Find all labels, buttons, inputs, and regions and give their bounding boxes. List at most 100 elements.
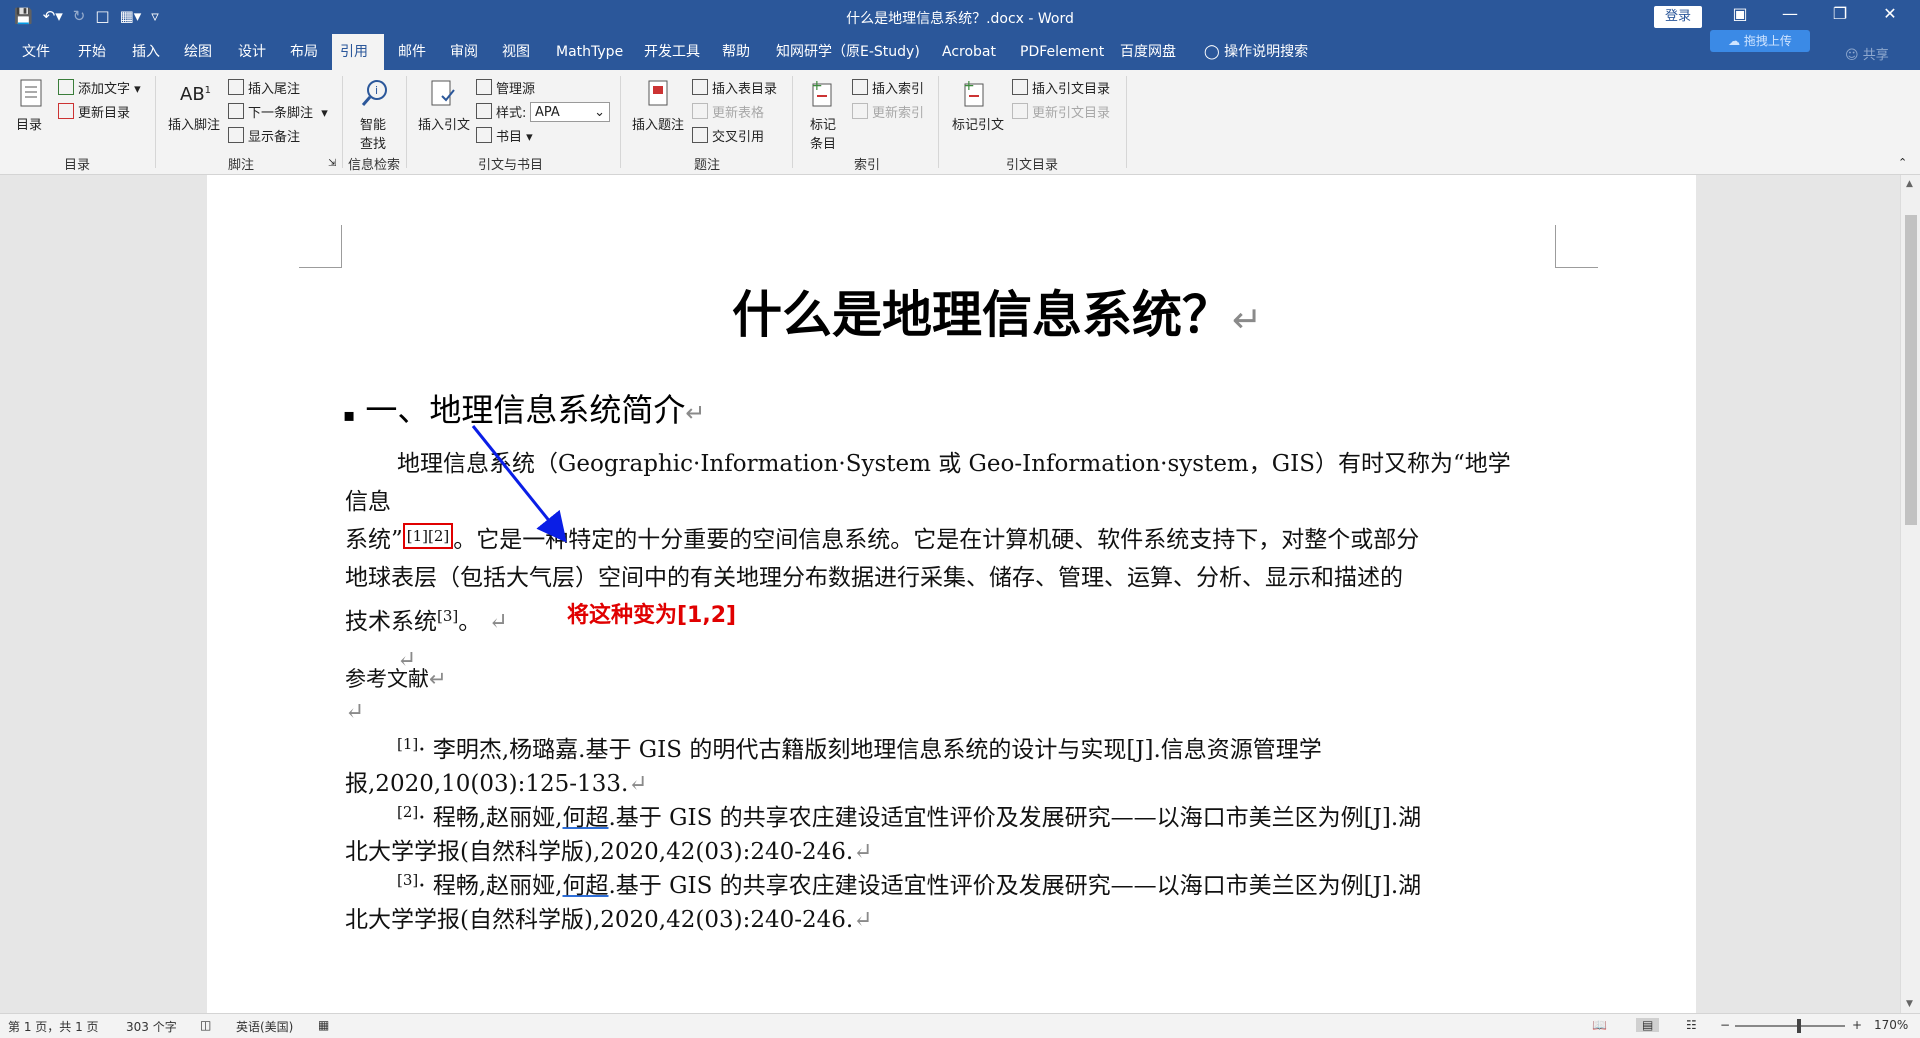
move-handle-icon[interactable]: ▪ bbox=[343, 405, 355, 426]
ribbon-display-icon[interactable]: ▣ bbox=[1720, 4, 1760, 23]
tell-me-search[interactable]: ◯ 操作说明搜索 bbox=[1196, 34, 1316, 70]
group-label-toc: 目录 bbox=[64, 158, 91, 173]
print-layout-icon[interactable]: ▤ bbox=[1636, 1018, 1660, 1032]
insert-toa-button[interactable]: 插入引文目录 bbox=[1012, 78, 1110, 97]
tab-pdfelement[interactable]: PDFelement bbox=[1012, 34, 1112, 70]
smart-lookup-button[interactable]: 智能 查找 bbox=[360, 114, 386, 152]
update-toc-icon bbox=[58, 103, 74, 119]
tab-insert[interactable]: 插入 bbox=[124, 34, 168, 70]
tab-home[interactable]: 开始 bbox=[70, 34, 114, 70]
vertical-scrollbar[interactable]: ▲ ▼ bbox=[1900, 175, 1920, 1013]
citation-style-select[interactable]: APA ⌄ bbox=[530, 102, 610, 122]
insert-caption-button[interactable]: 插入题注 bbox=[632, 114, 684, 133]
login-button[interactable]: 登录 bbox=[1654, 6, 1702, 28]
next-footnote-button[interactable]: 下一条脚注 ▾ bbox=[228, 102, 328, 121]
zoom-level[interactable]: 170% bbox=[1874, 1018, 1908, 1032]
show-notes-button[interactable]: 显示备注 bbox=[228, 126, 300, 145]
upload-button[interactable]: ☁ 拖拽上传 bbox=[1710, 30, 1810, 52]
update-index-button[interactable]: 更新索引 bbox=[852, 102, 924, 121]
citation-style-value: APA bbox=[535, 105, 560, 120]
manage-sources-button[interactable]: 管理源 bbox=[476, 78, 535, 97]
insert-footnote-button[interactable]: 插入脚注 bbox=[168, 114, 220, 133]
reference-item-3: [3]· 程畅,赵丽娅,何超.基于 GIS 的共享农庄建设适宜性评价及发展研究—… bbox=[345, 871, 1422, 933]
scroll-down-icon[interactable]: ▼ bbox=[1906, 999, 1913, 1009]
person-icon: ☺ bbox=[1845, 48, 1859, 63]
mark-entry-label-1: 标记 bbox=[810, 118, 837, 133]
footnote-dialog-launcher-icon[interactable]: ⇲ bbox=[328, 158, 336, 169]
minimize-icon[interactable]: — bbox=[1770, 4, 1810, 23]
reference-number: [2] bbox=[397, 803, 419, 821]
zoom-slider-thumb[interactable] bbox=[1797, 1019, 1801, 1033]
next-footnote-label: 下一条脚注 bbox=[248, 106, 314, 121]
web-layout-icon[interactable]: ☷ bbox=[1686, 1018, 1697, 1032]
close-icon[interactable]: ✕ bbox=[1870, 4, 1910, 23]
empty-paragraph: ↵ bbox=[397, 647, 417, 673]
macro-record-icon[interactable]: ▦ bbox=[318, 1018, 329, 1032]
manage-sources-label: 管理源 bbox=[496, 82, 536, 97]
insert-footnote-icon: AB1 bbox=[180, 84, 212, 105]
lightbulb-icon: ◯ bbox=[1204, 44, 1220, 60]
tab-baidu[interactable]: 百度网盘 bbox=[1112, 34, 1184, 70]
update-toc-button[interactable]: 更新目录 bbox=[58, 102, 130, 121]
bibliography-label: 书目 bbox=[496, 130, 523, 145]
tab-mailings[interactable]: 邮件 bbox=[390, 34, 434, 70]
table-of-figures-icon bbox=[692, 79, 708, 95]
zoom-slider[interactable] bbox=[1735, 1025, 1845, 1027]
scrollbar-thumb[interactable] bbox=[1905, 215, 1917, 525]
restore-icon[interactable]: ❐ bbox=[1820, 4, 1860, 23]
word-count[interactable]: 303 个字 bbox=[126, 1018, 177, 1035]
proofing-icon[interactable]: ◫ bbox=[200, 1018, 211, 1032]
share-button[interactable]: ☺ 共享 bbox=[1845, 44, 1889, 63]
update-index-icon bbox=[852, 103, 868, 119]
zoom-out-button[interactable]: − bbox=[1720, 1018, 1730, 1032]
cross-reference-button[interactable]: 交叉引用 bbox=[692, 126, 764, 145]
tab-file[interactable]: 文件 bbox=[14, 34, 58, 70]
scroll-up-icon[interactable]: ▲ bbox=[1906, 179, 1913, 189]
toc-button[interactable]: 目录 bbox=[16, 114, 42, 133]
insert-citation-button[interactable]: 插入引文 bbox=[418, 114, 470, 133]
update-table-button[interactable]: 更新表格 bbox=[692, 102, 764, 121]
insert-endnote-button[interactable]: 插入尾注 bbox=[228, 78, 300, 97]
update-toa-label: 更新引文目录 bbox=[1032, 106, 1111, 121]
reference-item-2: [2]· 程畅,赵丽娅,何超.基于 GIS 的共享农庄建设适宜性评价及发展研究—… bbox=[345, 803, 1422, 865]
annotation-arrow bbox=[471, 425, 567, 543]
mark-entry-button[interactable]: 标记 条目 bbox=[810, 114, 836, 152]
tab-draw[interactable]: 绘图 bbox=[176, 34, 220, 70]
ribbon-tabs: 文件 开始 插入 绘图 设计 布局 引用 邮件 审阅 视图 MathType 开… bbox=[0, 34, 1920, 70]
mark-citation-button[interactable]: 标记引文 bbox=[952, 114, 1004, 133]
collapse-ribbon-icon[interactable]: ⌃ bbox=[1898, 156, 1907, 169]
insert-table-of-figures-button[interactable]: 插入表目录 bbox=[692, 78, 777, 97]
tab-help[interactable]: 帮助 bbox=[714, 34, 758, 70]
tab-design[interactable]: 设计 bbox=[230, 34, 274, 70]
read-mode-icon[interactable]: 📖 bbox=[1592, 1018, 1607, 1032]
group-label-toa: 引文目录 bbox=[1006, 158, 1059, 173]
group-separator bbox=[155, 76, 156, 168]
zoom-in-button[interactable]: + bbox=[1852, 1018, 1862, 1032]
bibliography-button[interactable]: 书目 ▾ bbox=[476, 126, 533, 145]
citation-highlight-box[interactable]: [1][2] bbox=[402, 523, 454, 549]
reference-number: [3] bbox=[397, 871, 419, 889]
group-separator bbox=[620, 76, 621, 168]
insert-toa-label: 插入引文目录 bbox=[1032, 82, 1111, 97]
citation-3[interactable]: [3] bbox=[437, 607, 458, 625]
insert-index-button[interactable]: 插入索引 bbox=[852, 78, 924, 97]
tab-references[interactable]: 引用 bbox=[332, 34, 384, 70]
smart-lookup-label-2: 查找 bbox=[360, 137, 387, 152]
tab-estudy[interactable]: 知网研学（原E-Study) bbox=[768, 34, 928, 70]
tab-developer[interactable]: 开发工具 bbox=[636, 34, 708, 70]
update-toa-button[interactable]: 更新引文目录 bbox=[1012, 102, 1110, 121]
mark-entry-icon: + bbox=[811, 78, 832, 107]
language[interactable]: 英语(美国) bbox=[236, 1018, 293, 1035]
add-text-button[interactable]: 添加文字 ▾ bbox=[58, 78, 141, 97]
show-notes-icon bbox=[228, 127, 244, 143]
tab-review[interactable]: 审阅 bbox=[442, 34, 486, 70]
tab-layout[interactable]: 布局 bbox=[282, 34, 326, 70]
group-separator bbox=[792, 76, 793, 168]
tab-mathtype[interactable]: MathType bbox=[548, 34, 631, 70]
upload-label: 拖拽上传 bbox=[1743, 34, 1792, 48]
tab-view[interactable]: 视图 bbox=[494, 34, 538, 70]
document-page[interactable]: 什么是地理信息系统？↵ ▪ 一、地理信息系统简介↵ 地理信息系统（Geograp… bbox=[207, 175, 1696, 1013]
page-count[interactable]: 第 1 页，共 1 页 bbox=[8, 1018, 99, 1035]
tab-acrobat[interactable]: Acrobat bbox=[934, 34, 1004, 70]
mark-citation-icon: + bbox=[963, 78, 984, 107]
